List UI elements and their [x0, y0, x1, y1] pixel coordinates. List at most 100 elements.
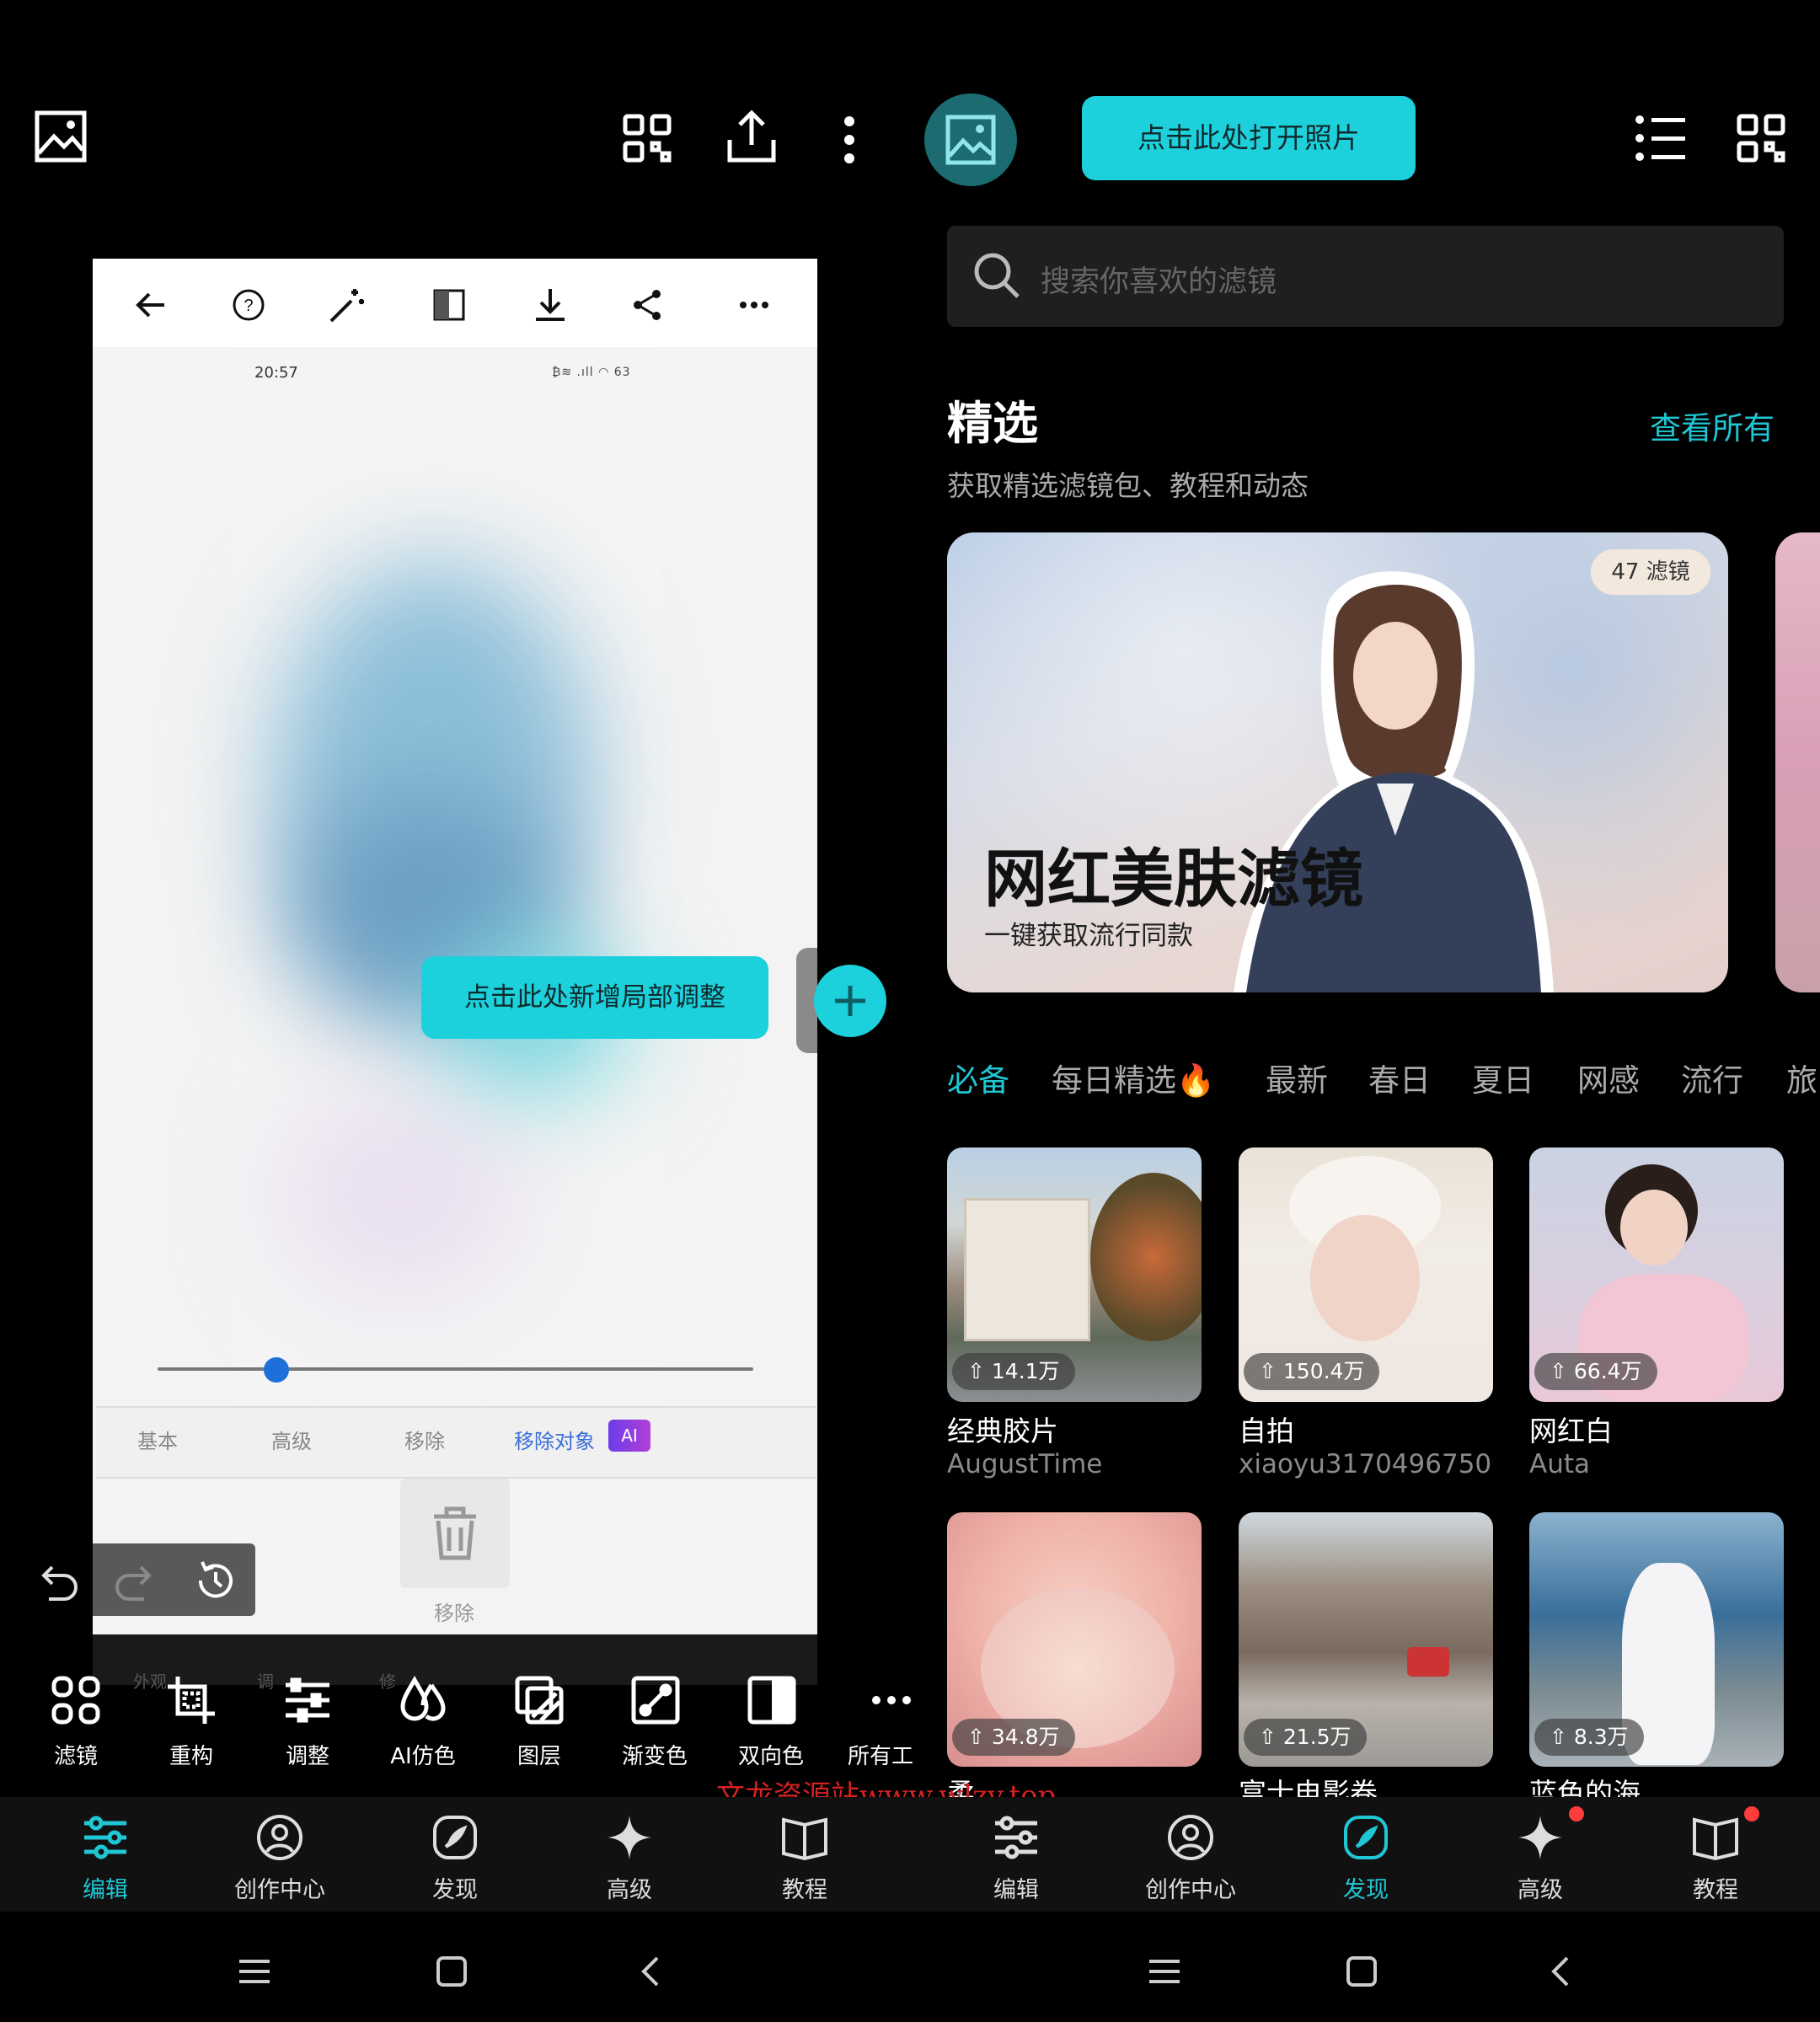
category-summer[interactable]: 夏日: [1472, 1055, 1534, 1100]
featured-title: 精选: [947, 397, 1038, 450]
more-horizontal-icon: [733, 284, 775, 326]
tool-crop-label: 重构: [169, 1744, 213, 1769]
category-travel[interactable]: 旅: [1786, 1055, 1817, 1100]
trash-icon: [434, 1506, 476, 1560]
image-icon[interactable]: [34, 110, 88, 163]
tool-gradient-label: 渐变色: [621, 1744, 688, 1769]
search-icon: [971, 249, 1023, 302]
nav-tutorials[interactable]: 教程: [1648, 1871, 1783, 1904]
download-count: ⇧ 150.4万: [1244, 1353, 1380, 1390]
sparkle-icon[interactable]: [605, 1813, 654, 1862]
category-latest[interactable]: 最新: [1266, 1055, 1328, 1100]
download-count: ⇧ 21.5万: [1244, 1719, 1367, 1756]
back-icon[interactable]: [1544, 1955, 1577, 1988]
undo-icon[interactable]: [34, 1557, 81, 1604]
qr-code-icon[interactable]: [1736, 113, 1786, 163]
nav-creator-center[interactable]: 创作中心: [212, 1871, 347, 1904]
view-all-link[interactable]: 查看所有: [1650, 403, 1774, 448]
filter-count-badge: 47 滤镜: [1591, 549, 1710, 595]
back-arrow-icon: [131, 284, 173, 326]
help-icon: ?: [228, 284, 270, 326]
home-icon[interactable]: [435, 1955, 468, 1988]
filter-author[interactable]: AugustTime: [947, 1449, 1102, 1479]
tab-remove: 移除: [404, 1430, 445, 1453]
banner-subtitle: 一键获取流行同款: [984, 921, 1193, 951]
discover-icon[interactable]: [431, 1813, 479, 1862]
remove-label: 移除: [434, 1602, 474, 1625]
notification-dot: [1744, 1806, 1759, 1821]
nav-discover[interactable]: 发现: [388, 1871, 522, 1904]
download-count: ⇧ 66.4万: [1534, 1353, 1657, 1390]
nav-premium[interactable]: 高级: [1473, 1871, 1608, 1904]
open-image-button[interactable]: [924, 94, 1017, 186]
tool-filters-label: 滤镜: [53, 1744, 98, 1769]
ai-badge: AI: [608, 1420, 650, 1452]
hidden-tool-appearance: 外观: [133, 1672, 167, 1692]
nav-tutorials[interactable]: 教程: [737, 1871, 872, 1904]
filter-author[interactable]: Auta: [1529, 1449, 1590, 1479]
filters-icon[interactable]: [49, 1673, 103, 1727]
download-count: ⇧ 34.8万: [952, 1719, 1075, 1756]
category-spring[interactable]: 春日: [1368, 1055, 1431, 1100]
edit-icon[interactable]: [992, 1813, 1041, 1862]
featured-subtitle: 获取精选滤镜包、教程和动态: [947, 469, 1309, 502]
search-placeholder: 搜索你喜欢的滤镜: [1041, 265, 1277, 299]
filter-title: 自拍: [1239, 1415, 1294, 1447]
add-local-adjust-button[interactable]: [814, 965, 886, 1037]
redo-icon[interactable]: [112, 1557, 159, 1604]
tool-layers-label: 图层: [517, 1744, 561, 1769]
edit-icon[interactable]: [81, 1813, 130, 1862]
next-banner-peek[interactable]: [1775, 532, 1820, 992]
menu-icon[interactable]: [1148, 1955, 1181, 1988]
tutorial-book-icon[interactable]: [1691, 1813, 1740, 1862]
nav-discover[interactable]: 发现: [1298, 1871, 1433, 1904]
embedded-status-icons: ₿≋ .ıll ◠ 63: [552, 366, 631, 379]
tutorial-book-icon[interactable]: [780, 1813, 829, 1862]
filter-title: 经典胶片: [947, 1415, 1058, 1447]
history-reset-icon[interactable]: [190, 1555, 241, 1606]
notification-dot: [1569, 1806, 1584, 1821]
ai-color-icon[interactable]: [396, 1673, 450, 1727]
export-icon[interactable]: [725, 108, 779, 165]
tab-advanced: 高级: [271, 1430, 312, 1453]
embedded-time: 20:57: [254, 364, 298, 382]
adjust-sliders-icon[interactable]: [281, 1673, 335, 1727]
remove-button: [400, 1479, 510, 1588]
nav-creator-center[interactable]: 创作中心: [1123, 1871, 1258, 1904]
category-trending[interactable]: 流行: [1681, 1055, 1743, 1100]
compare-icon: [428, 284, 470, 326]
category-net-feel[interactable]: 网感: [1577, 1055, 1640, 1100]
home-icon[interactable]: [1345, 1955, 1378, 1988]
tab-remove-object: 移除对象: [514, 1430, 595, 1453]
sparkle-icon[interactable]: [1516, 1813, 1565, 1862]
discover-icon[interactable]: [1341, 1813, 1390, 1862]
banner-portrait-illustration: [1234, 571, 1554, 992]
duotone-icon[interactable]: [745, 1673, 799, 1727]
list-icon[interactable]: [1633, 113, 1687, 163]
crop-icon[interactable]: [164, 1673, 218, 1727]
hidden-tool-adjust: 调: [257, 1672, 274, 1692]
menu-icon[interactable]: [238, 1955, 271, 1988]
download-count: ⇧ 8.3万: [1534, 1719, 1644, 1756]
gradient-icon[interactable]: [629, 1673, 682, 1727]
open-photo-tooltip[interactable]: 点击此处打开照片: [1082, 96, 1416, 180]
layers-icon[interactable]: [512, 1673, 566, 1727]
tool-ai-color-label: AI仿色: [390, 1744, 456, 1769]
download-icon: [529, 284, 571, 326]
add-local-adjust-tooltip[interactable]: 点击此处新增局部调整: [421, 956, 768, 1039]
brush-size-slider-track[interactable]: [158, 1367, 753, 1371]
more-vertical-icon[interactable]: [841, 115, 858, 165]
tab-basic: 基本: [137, 1430, 178, 1453]
more-tools-icon[interactable]: [868, 1673, 922, 1727]
nav-edit[interactable]: 编辑: [38, 1871, 173, 1904]
category-daily-picks[interactable]: 每日精选🔥: [1052, 1055, 1215, 1100]
nav-edit[interactable]: 编辑: [949, 1871, 1084, 1904]
image-icon: [945, 115, 996, 165]
filter-author[interactable]: xiaoyu3170496750: [1239, 1449, 1491, 1479]
back-icon[interactable]: [634, 1955, 667, 1988]
nav-premium[interactable]: 高级: [562, 1871, 697, 1904]
creator-center-icon[interactable]: [1166, 1813, 1215, 1862]
qr-code-icon[interactable]: [622, 113, 672, 163]
creator-center-icon[interactable]: [255, 1813, 304, 1862]
category-essentials[interactable]: 必备: [947, 1055, 1009, 1100]
